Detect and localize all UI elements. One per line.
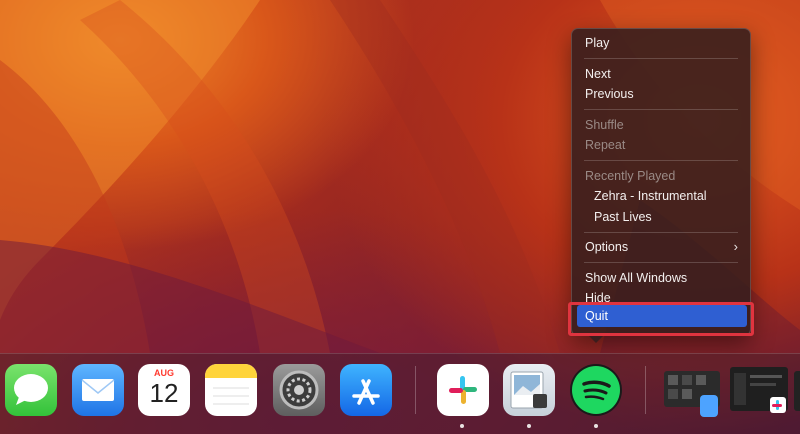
menu-separator — [572, 54, 750, 64]
running-indicator — [460, 424, 464, 428]
menu-item-options-label: Options — [585, 240, 629, 254]
calendar-day: 12 — [149, 378, 179, 408]
preview-icon[interactable] — [503, 364, 555, 416]
running-indicator — [594, 424, 598, 428]
dock: AUG 12 — [0, 353, 800, 434]
recently-played-header: Recently Played — [585, 168, 676, 183]
calendar-icon[interactable]: AUG 12 — [138, 364, 190, 416]
notes-icon[interactable] — [205, 364, 257, 416]
quit-annotation-box — [568, 302, 754, 336]
mail-icon[interactable] — [72, 364, 124, 416]
menu-item-play[interactable]: Play — [572, 33, 750, 54]
window-thumbnail-icon[interactable] — [730, 367, 788, 421]
menu-separator — [572, 156, 750, 166]
menu-item-options[interactable]: Options › — [572, 237, 750, 258]
menu-item-recent-zehra[interactable]: Zehra - Instrumental — [572, 186, 750, 207]
menu-item-shuffle: Shuffle — [585, 117, 624, 132]
menu-separator — [572, 227, 750, 237]
dock-context-menu: Play Next Previous Shuffle Repeat Recent… — [571, 28, 751, 336]
calendar-month: AUG — [154, 368, 174, 378]
menu-item-show-all-windows[interactable]: Show All Windows — [572, 268, 750, 289]
spotify-icon[interactable] — [570, 364, 622, 416]
app-store-icon[interactable] — [340, 364, 392, 416]
dock-separator — [645, 366, 646, 414]
downloads-stack-icon[interactable] — [662, 367, 722, 421]
dock-separator — [415, 366, 416, 414]
messages-icon[interactable] — [5, 364, 57, 416]
menu-separator — [572, 105, 750, 115]
slack-icon[interactable] — [437, 364, 489, 416]
menu-separator — [572, 258, 750, 268]
menu-item-recent-past-lives[interactable]: Past Lives — [572, 207, 750, 228]
menu-item-repeat: Repeat — [585, 138, 626, 152]
menu-pointer-arrow — [589, 336, 603, 343]
running-indicator — [527, 424, 531, 428]
window-thumbnail-icon[interactable] — [794, 371, 800, 411]
system-settings-icon[interactable] — [273, 364, 325, 416]
chevron-right-icon: › — [733, 239, 738, 254]
menu-item-previous[interactable]: Previous — [572, 84, 750, 105]
menu-item-next[interactable]: Next — [572, 64, 750, 85]
